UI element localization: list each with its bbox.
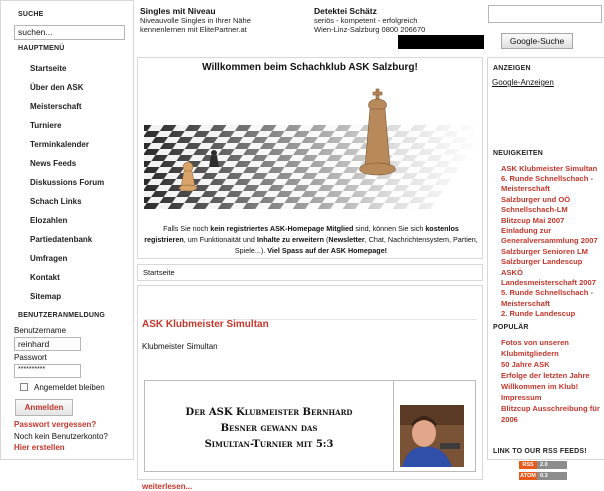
ad-detektei-line1: seriös - kompetent - erfolgreich [314,16,418,25]
news-item[interactable]: Salzburger Landescup [501,257,582,267]
read-more-link[interactable]: weiterlesen... [142,482,192,491]
popular-item[interactable]: Blitzcup Ausschreibung für [501,404,600,414]
news-item[interactable]: Generalversammlung 2007 [501,236,598,246]
popular-item[interactable]: Impressum [501,393,542,403]
menu-item-partiedatenbank[interactable]: Partiedatenbank [30,235,92,244]
menu-item-turniere[interactable]: Turniere [30,121,61,130]
menu-item-diskussions-forum[interactable]: Diskussions Forum [30,178,104,187]
welcome-text-10: Viel Spass auf der ASK Homepage! [267,246,388,255]
welcome-text-5: , um Funktionaität und [183,235,257,244]
search-header: SUCHE [18,11,44,18]
ad-detektei-line2: Wien-Linz-Salzburg 0800 206670 [314,25,426,34]
rss-badge-label: RSS [519,461,537,469]
ad-detektei-title[interactable]: Detektei Schätz [314,6,484,16]
welcome-text-1: Falls Sie noch [163,224,211,233]
google-ads-link[interactable]: Google-Anzeigen [492,78,554,87]
menu-item-meisterschaft[interactable]: Meisterschaft [30,102,82,111]
menu-item-startseite[interactable]: Startseite [30,64,66,73]
redacted-block [398,35,484,49]
rss-badge[interactable]: RSS 2.0 [519,461,567,469]
news-item[interactable]: 2. Runde Landescup [501,309,575,319]
news-item[interactable]: 5. Runde Schnellschach - [501,288,593,298]
welcome-text-6: Inhalte zu erweitern [256,235,324,244]
menu-item-umfragen[interactable]: Umfragen [30,254,67,263]
news-item[interactable]: Schnellschach-LM [501,205,568,215]
menu-item-elozahlen[interactable]: Elozahlen [30,216,67,225]
banner-line-3: Simultan-Turnier mit 5:3 [204,439,334,450]
news-header: NEUIGKEITEN [493,150,544,157]
popular-item[interactable]: Klubmitgliedern [501,349,559,359]
news-item[interactable]: Landesmeisterschaft 2007 [501,278,596,288]
atom-badge-label: ATOM [519,472,537,480]
atom-badge[interactable]: ATOM 0.3 [519,472,567,480]
remember-label: Angemeldet bleiben [34,383,105,392]
rss-header: LINK TO OUR RSS FEEDS! [493,448,587,455]
popular-item[interactable]: Erfolge der letzten Jahre [501,371,590,381]
password-field[interactable]: ********** [14,364,81,378]
news-item[interactable]: 6. Runde Schnellschach - [501,174,593,184]
password-label: Passwort [14,353,47,362]
google-search-input[interactable] [488,5,602,23]
ad-singles-line2: kennenlernen mit ElitePartner.at [140,25,247,34]
right-sidebar: ANZEIGEN Google-Anzeigen NEUIGKEITEN ASK… [487,57,604,460]
menu-item-sitemap[interactable]: Sitemap [30,292,61,301]
welcome-title: Willkommen beim Schachklub ASK Salzburg! [202,62,418,73]
chess-illustration [144,75,480,209]
popular-item[interactable]: 50 Jahre ASK [501,360,550,370]
welcome-text-3: sind, können Sie sich [353,224,426,233]
register-link[interactable]: Hier erstellen [14,443,65,452]
player-photo [400,405,464,467]
popular-item[interactable]: Fotos von unseren [501,338,569,348]
search-input[interactable]: suchen... [14,25,125,40]
atom-badge-version: 0.3 [537,472,567,480]
news-item[interactable]: Salzburger und OÖ [501,195,570,205]
news-item[interactable]: ASKÖ [501,268,523,278]
google-search-button[interactable]: Google-Suche [501,33,573,49]
menu-item-ueber-den-ask[interactable]: Über den ASK [30,83,84,92]
left-sidebar: SUCHE suchen... HAUPTMENÜ Startseite Übe… [0,0,134,460]
ad-detektei[interactable]: Detektei Schätz seriös - kompetent - erf… [314,6,484,34]
news-item[interactable]: Blitzcup Mai 2007 [501,216,564,226]
menu-item-terminkalender[interactable]: Terminkalender [30,140,89,149]
menu-item-kontakt[interactable]: Kontakt [30,273,60,282]
breadcrumb-startseite[interactable]: Startseite [143,268,175,277]
article-photo-frame [394,380,476,472]
article-title[interactable]: ASK Klubmeister Simultan [142,319,269,330]
news-item[interactable]: Meisterschaft [501,299,550,309]
banner-line-1: Der ASK Klubmeister Bernhard [185,407,353,418]
news-item[interactable]: Salzburger Senioren LM [501,247,588,257]
banner-line-2: Besner gewann das [220,423,318,434]
popular-header: POPULÄR [493,324,529,331]
login-button[interactable]: Anmelden [15,399,73,416]
welcome-text-8: Newsletter [328,235,365,244]
menu-item-schach-links[interactable]: Schach Links [30,197,82,206]
ad-singles[interactable]: Singles mit Niveau Niveauvolle Singles i… [140,6,300,34]
news-item[interactable]: ASK Klubmeister Simultan [501,164,597,174]
forgot-password-link[interactable]: Passwort vergessen? [14,420,96,429]
news-item[interactable]: Meisterschaft [501,184,550,194]
username-label: Benutzername [14,326,67,335]
news-item[interactable]: Einladung zur [501,226,551,236]
popular-item[interactable]: Willkommen im Klub! [501,382,578,392]
login-header: BENUTZERANMELDUNG [18,312,106,319]
no-account-text: Noch kein Benutzerkonto? [14,432,108,441]
article-subtitle: Klubmeister Simultan [142,342,218,351]
article-banner: Der ASK Klubmeister Bernhard Besner gewa… [144,380,394,472]
breadcrumb: Startseite [137,264,483,281]
ad-singles-title[interactable]: Singles mit Niveau [140,6,300,16]
rss-badge-version: 2.0 [537,461,567,469]
main-menu-header: HAUPTMENÜ [18,45,65,52]
username-field[interactable]: reinhard [14,337,81,351]
ads-header: ANZEIGEN [493,65,531,72]
welcome-text-2: kein registriertes ASK-Homepage Mitglied [210,224,354,233]
menu-item-news-feeds[interactable]: News Feeds [30,159,76,168]
remember-checkbox[interactable] [20,383,28,391]
popular-item[interactable]: 2006 [501,415,518,425]
welcome-panel: Willkommen beim Schachklub ASK Salzburg! [137,57,483,259]
welcome-text: Falls Sie noch kein registriertes ASK-Ho… [144,223,478,256]
ad-singles-line1: Niveauvolle Singles in Ihrer Nähe [140,16,251,25]
